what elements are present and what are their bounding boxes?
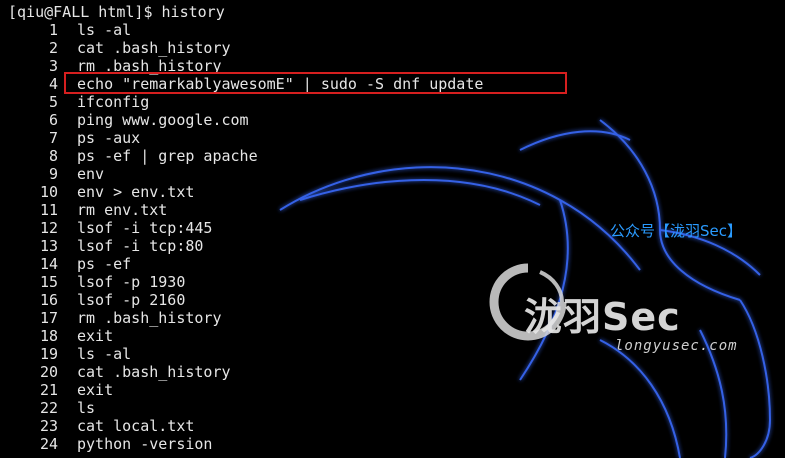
history-entry-command: ping www.google.com bbox=[77, 111, 249, 129]
history-entry-command: ls -al bbox=[77, 345, 132, 363]
history-entry-number: 3 bbox=[48, 57, 58, 75]
history-entry-number: 7 bbox=[48, 129, 58, 147]
history-entry-command: rm .bash_history bbox=[77, 309, 222, 327]
history-entry-number: 18 bbox=[39, 327, 58, 345]
history-entry-command: lsof -i tcp:445 bbox=[77, 219, 213, 237]
history-entry-command: env bbox=[77, 165, 105, 183]
history-entry-command: ls -al bbox=[77, 21, 132, 39]
history-entry-number: 21 bbox=[39, 381, 58, 399]
history-entry-number: 19 bbox=[39, 345, 58, 363]
history-entry-number: 24 bbox=[39, 435, 58, 453]
history-entry-number: 13 bbox=[39, 237, 58, 255]
history-entry-command: env > env.txt bbox=[77, 183, 195, 201]
history-entry-number: 2 bbox=[48, 39, 58, 57]
history-entry-command: lsof -i tcp:80 bbox=[77, 237, 204, 255]
history-entry-command: ifconfig bbox=[77, 93, 150, 111]
history-entry-command: exit bbox=[77, 327, 114, 345]
history-entry-number: 12 bbox=[39, 219, 58, 237]
brand-url-watermark: longyusec.com bbox=[615, 338, 738, 354]
history-entry-command: lsof -p 1930 bbox=[77, 273, 186, 291]
history-entry-command: python -version bbox=[77, 435, 213, 453]
history-entry-command: exit bbox=[77, 381, 114, 399]
history-entry-command: ps -aux bbox=[77, 129, 141, 147]
history-entry-command: ls bbox=[77, 399, 96, 417]
history-entry-number: 5 bbox=[48, 93, 58, 111]
history-entry-number: 16 bbox=[39, 291, 58, 309]
history-entry-command: ps -ef | grep apache bbox=[77, 147, 258, 165]
history-entry-number: 23 bbox=[39, 417, 58, 435]
history-entry-number: 6 bbox=[48, 111, 58, 129]
history-entry-command: rm env.txt bbox=[77, 201, 168, 219]
history-entry-command: ps -ef bbox=[77, 255, 132, 273]
history-entry-command: cat local.txt bbox=[77, 417, 195, 435]
history-entry-command: lsof -p 2160 bbox=[77, 291, 186, 309]
history-entry-number: 17 bbox=[39, 309, 58, 327]
history-entry-number: 8 bbox=[48, 147, 58, 165]
wechat-watermark: 公众号【泷羽Sec】 bbox=[610, 222, 742, 240]
history-entry-number: 11 bbox=[39, 201, 58, 219]
history-entry-number: 22 bbox=[39, 399, 58, 417]
history-entry-number: 20 bbox=[39, 363, 58, 381]
history-entry-command: cat .bash_history bbox=[77, 39, 231, 57]
history-entry-number: 4 bbox=[48, 75, 58, 93]
history-entry-number: 15 bbox=[39, 273, 58, 291]
shell-prompt: [qiu@FALL html]$ history bbox=[8, 3, 225, 21]
brand-watermark: 泷羽Sec bbox=[524, 295, 681, 339]
history-entry-number: 1 bbox=[48, 21, 58, 39]
highlight-annotation-box bbox=[64, 72, 567, 94]
history-entry-number: 9 bbox=[48, 165, 58, 183]
history-entry-command: cat .bash_history bbox=[77, 363, 231, 381]
history-entry-number: 10 bbox=[39, 183, 58, 201]
history-entry-number: 14 bbox=[39, 255, 58, 273]
